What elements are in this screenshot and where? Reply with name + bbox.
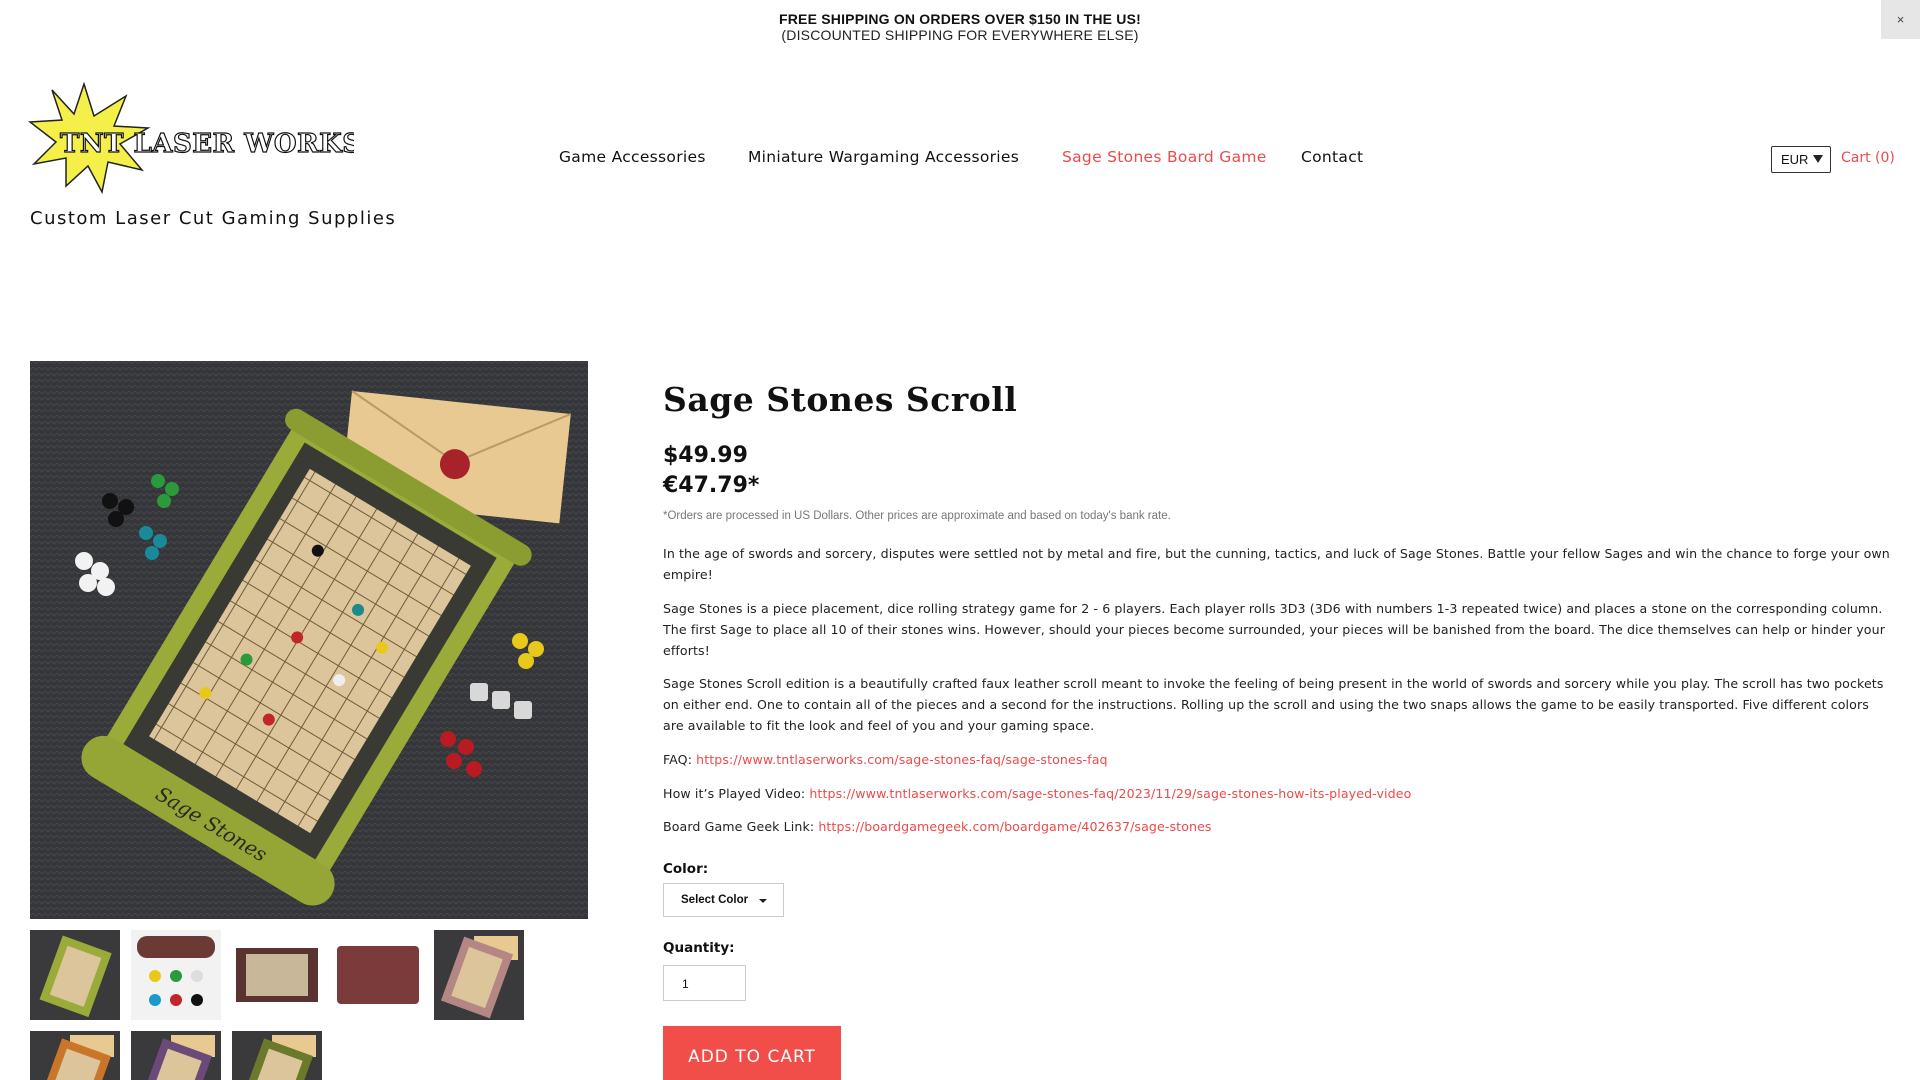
thumbnail-stones-set[interactable]: [131, 930, 221, 1020]
color-select-value: Select Color: [681, 894, 749, 906]
close-announcement-button[interactable]: ×: [1881, 0, 1920, 39]
site-logo[interactable]: TNT LASER WORKS LLC: [27, 81, 430, 195]
video-line: How it’s Played Video: https://www.tntla…: [663, 783, 1891, 804]
thumbnail-dark-green-scroll[interactable]: [232, 1031, 322, 1080]
thumbnail-orange-scroll[interactable]: [30, 1031, 120, 1080]
faq-line: FAQ: https://www.tntlaserworks.com/sage-…: [663, 749, 1891, 770]
product-main-image[interactable]: Sage Stones: [30, 361, 588, 919]
product-title: Sage Stones Scroll: [663, 380, 1018, 419]
caret-down-icon: [759, 899, 767, 903]
caret-down-icon: [1813, 155, 1823, 163]
price-eur: €47.79*: [663, 473, 760, 498]
color-select[interactable]: Select Color: [663, 883, 784, 917]
bgg-label: Board Game Geek Link:: [663, 819, 819, 834]
logo-starburst-icon: TNT LASER WORKS LLC: [27, 81, 430, 195]
description-paragraph-3: Sage Stones Scroll edition is a beautifu…: [663, 676, 1884, 733]
nav-item-game-accessories[interactable]: Game Accessories: [559, 148, 706, 166]
cart-link[interactable]: Cart (0): [1841, 150, 1895, 166]
thumbnail-brown-open[interactable]: [232, 930, 322, 1020]
announcement-line-2: (DISCOUNTED SHIPPING FOR EVERYWHERE ELSE…: [781, 27, 1139, 43]
thumbnail-green-scroll[interactable]: [30, 930, 120, 1020]
add-to-cart-button[interactable]: ADD TO CART: [663, 1026, 841, 1080]
nav-item-contact[interactable]: Contact: [1301, 148, 1363, 166]
announcement-bar: FREE SHIPPING ON ORDERS OVER $150 IN THE…: [0, 0, 1920, 46]
thumbnail-pink-scroll[interactable]: [434, 930, 524, 1020]
thumbnail-brown-rolled[interactable]: [333, 930, 423, 1020]
announcement-line-1: FREE SHIPPING ON ORDERS OVER $150 IN THE…: [779, 11, 1141, 27]
site-tagline: Custom Laser Cut Gaming Supplies: [30, 208, 397, 229]
bgg-link[interactable]: https://boardgamegeek.com/boardgame/4026…: [818, 819, 1211, 834]
faq-link[interactable]: https://www.tntlaserworks.com/sage-stone…: [696, 752, 1107, 767]
nav-item-miniature-wargaming-accessories[interactable]: Miniature Wargaming Accessories: [748, 148, 1019, 166]
faq-label: FAQ:: [663, 752, 697, 767]
thumbnail-purple-scroll[interactable]: [131, 1031, 221, 1080]
price-usd: $49.99: [663, 443, 748, 468]
currency-selector[interactable]: EUR: [1771, 146, 1831, 173]
nav-item-sage-stones-board-game[interactable]: Sage Stones Board Game: [1062, 148, 1267, 166]
video-link[interactable]: https://www.tntlaserworks.com/sage-stone…: [809, 786, 1411, 801]
quantity-label: Quantity:: [663, 940, 735, 956]
color-label: Color:: [663, 861, 709, 877]
main-nav: Game Accessories Miniature Wargaming Acc…: [0, 148, 1920, 170]
video-label: How it’s Played Video:: [663, 786, 810, 801]
currency-disclaimer: *Orders are processed in US Dollars. Oth…: [663, 510, 1171, 522]
description-paragraph-1: In the age of swords and sorcery, disput…: [663, 546, 1890, 582]
quantity-input[interactable]: 1: [663, 965, 746, 1001]
description-paragraph-2: Sage Stones is a piece placement, dice r…: [663, 601, 1885, 658]
currency-value: EUR: [1781, 152, 1809, 167]
bgg-line: Board Game Geek Link: https://boardgameg…: [663, 816, 1891, 837]
